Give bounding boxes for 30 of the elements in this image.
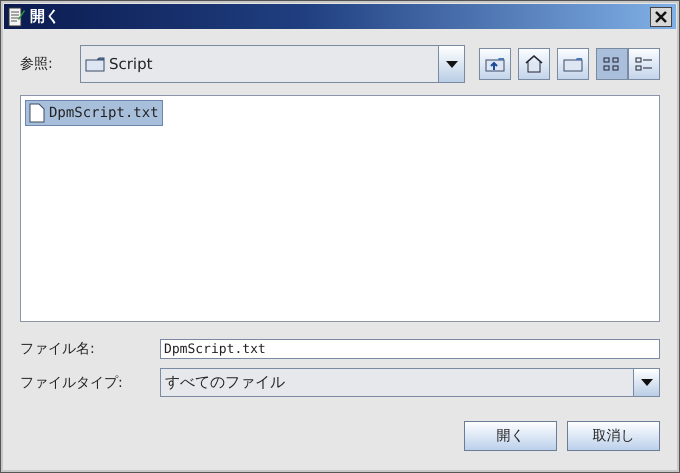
up-folder-button[interactable] (479, 48, 511, 80)
home-button[interactable] (518, 48, 550, 80)
file-type-dropdown[interactable]: すべてのファイル (160, 368, 660, 397)
look-in-label: 参照: (20, 55, 54, 73)
file-type-value: すべてのファイル (165, 373, 285, 392)
folder-name: Script (109, 55, 153, 73)
folder-icon (563, 56, 583, 72)
list-view-button[interactable] (596, 48, 628, 80)
cancel-button[interactable]: 取消し (567, 421, 660, 451)
document-icon (8, 6, 26, 26)
details-view-button[interactable] (628, 48, 660, 80)
close-button[interactable] (650, 6, 672, 26)
file-icon (29, 103, 45, 123)
file-name-field[interactable]: DpmScript.txt (160, 339, 660, 359)
folder-up-arrow-icon (485, 56, 505, 72)
new-folder-button[interactable] (557, 48, 589, 80)
folder-icon (85, 56, 105, 72)
file-type-label: ファイルタイプ: (20, 374, 124, 392)
look-in-dropdown[interactable]: Script (80, 45, 465, 83)
file-item[interactable]: DpmScript.txt (25, 100, 163, 126)
caret-icon (640, 379, 652, 386)
close-icon (655, 10, 667, 22)
dropdown-button[interactable] (438, 46, 464, 82)
open-button[interactable]: 開く (464, 421, 557, 451)
caret-icon (446, 60, 458, 68)
details-view-icon (634, 56, 654, 72)
home-icon (524, 55, 544, 73)
dropdown-button[interactable] (633, 369, 659, 396)
file-name-label: ファイル名: (20, 340, 96, 358)
window-title: 開く (30, 7, 61, 26)
